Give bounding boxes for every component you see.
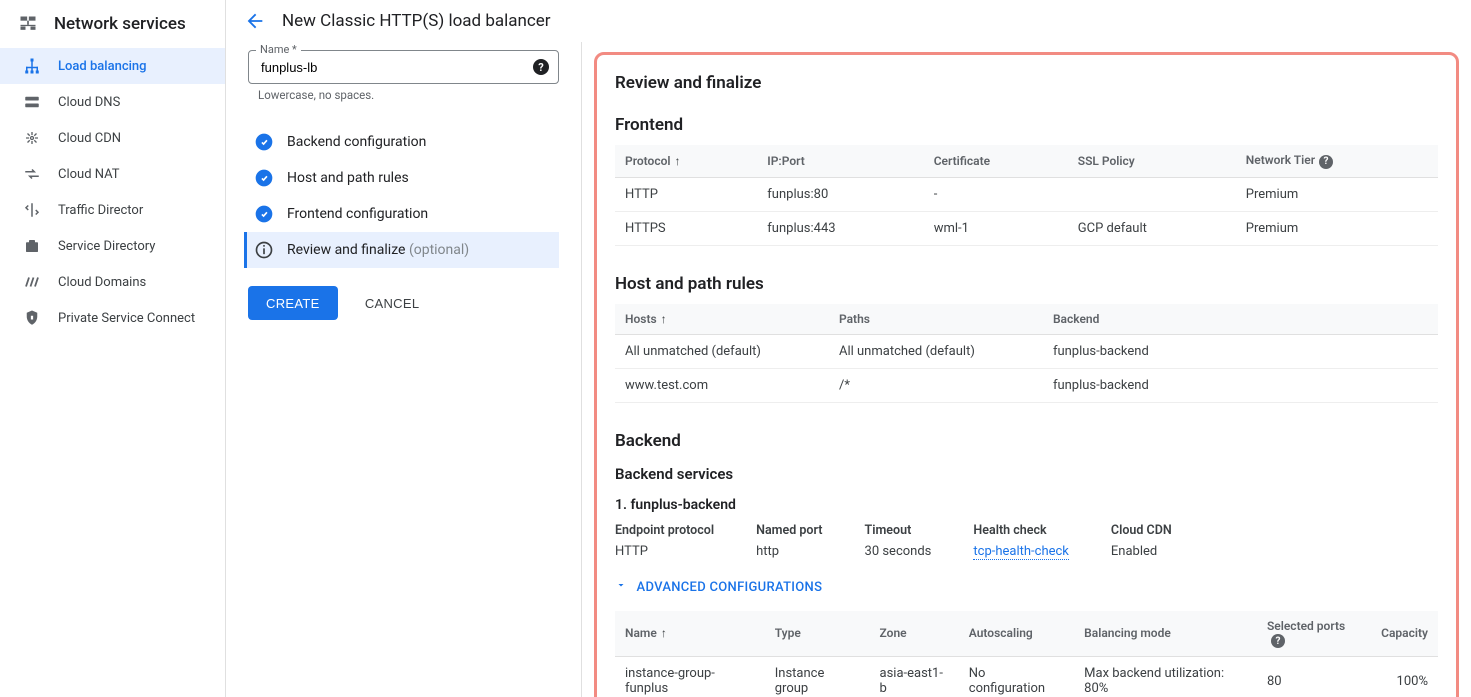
backend-services-heading: Backend services — [615, 465, 1438, 483]
step-label: Host and path rules — [287, 170, 409, 186]
col-network-tier[interactable]: Network Tier? — [1236, 145, 1438, 177]
col-capacity[interactable]: Capacity — [1371, 611, 1438, 657]
sidebar-header: Network services — [0, 4, 225, 48]
sidebar-item-private-service-connect[interactable]: Private Service Connect — [0, 300, 225, 336]
sidebar-item-cloud-domains[interactable]: Cloud Domains — [0, 264, 225, 300]
sidebar-item-load-balancing[interactable]: Load balancing — [0, 48, 225, 84]
meta-value: HTTP — [615, 544, 714, 559]
meta-label: Timeout — [865, 523, 932, 538]
page-header: New Classic HTTP(S) load balancer — [226, 0, 1471, 42]
col-autoscaling[interactable]: Autoscaling — [959, 611, 1074, 657]
sidebar-item-cloud-dns[interactable]: Cloud DNS — [0, 84, 225, 120]
col-balancing-mode[interactable]: Balancing mode — [1074, 611, 1257, 657]
sidebar-item-service-directory[interactable]: Service Directory — [0, 228, 225, 264]
sidebar-item-label: Cloud Domains — [58, 275, 146, 290]
sidebar-item-label: Service Directory — [58, 239, 155, 254]
step-label: Frontend configuration — [287, 206, 428, 222]
create-button[interactable]: CREATE — [248, 286, 338, 320]
traffic-director-icon — [22, 200, 42, 220]
sidebar: Network services Load balancing Cloud DN… — [0, 0, 226, 697]
back-arrow-icon[interactable] — [244, 10, 266, 32]
table-row: instance-group-funplus Instance group as… — [615, 657, 1438, 697]
sidebar-item-label: Cloud DNS — [58, 95, 120, 110]
col-hosts[interactable]: Hosts↑ — [615, 304, 829, 335]
cloud-nat-icon — [22, 164, 42, 184]
sidebar-title: Network services — [54, 14, 186, 34]
sort-up-icon: ↑ — [674, 154, 680, 168]
col-certificate[interactable]: Certificate — [924, 145, 1068, 177]
name-label: Name * — [256, 43, 301, 56]
table-row: All unmatched (default) All unmatched (d… — [615, 334, 1438, 368]
cloud-dns-icon — [22, 92, 42, 112]
review-panel: Review and finalize Frontend Protocol↑ I… — [582, 42, 1471, 697]
help-icon[interactable]: ? — [1319, 155, 1333, 169]
sidebar-item-label: Cloud CDN — [58, 131, 121, 146]
sidebar-item-cloud-cdn[interactable]: Cloud CDN — [0, 120, 225, 156]
frontend-table: Protocol↑ IP:Port Certificate SSL Policy… — [615, 145, 1438, 246]
instance-group-table: Name↑ Type Zone Autoscaling Balancing mo… — [615, 611, 1438, 697]
col-name[interactable]: Name↑ — [615, 611, 765, 657]
check-circle-icon — [253, 131, 275, 153]
help-icon[interactable]: ? — [533, 59, 549, 75]
table-row: www.test.com /* funplus-backend — [615, 368, 1438, 402]
review-heading: Review and finalize — [615, 73, 1438, 93]
name-input-wrap: Name * ? — [248, 50, 559, 84]
step-label: Review and finalize (optional) — [287, 242, 469, 258]
frontend-heading: Frontend — [615, 115, 1438, 135]
meta-label: Health check — [973, 523, 1069, 538]
backend-service-title: 1. funplus-backend — [615, 497, 1438, 513]
sidebar-item-cloud-nat[interactable]: Cloud NAT — [0, 156, 225, 192]
col-zone[interactable]: Zone — [870, 611, 959, 657]
backend-meta: Endpoint protocol HTTP Named port http T… — [615, 523, 1438, 559]
check-circle-icon — [253, 167, 275, 189]
col-ssl-policy[interactable]: SSL Policy — [1068, 145, 1236, 177]
hostpath-heading: Host and path rules — [615, 274, 1438, 294]
health-check-link[interactable]: tcp-health-check — [973, 544, 1069, 560]
private-service-connect-icon — [22, 308, 42, 328]
meta-label: Endpoint protocol — [615, 523, 714, 538]
sidebar-item-label: Private Service Connect — [58, 311, 195, 326]
meta-label: Cloud CDN — [1111, 523, 1172, 538]
table-row: HTTPS funplus:443 wml-1 GCP default Prem… — [615, 211, 1438, 245]
sidebar-item-label: Cloud NAT — [58, 167, 120, 182]
meta-value: http — [756, 544, 822, 559]
table-row: HTTP funplus:80 - Premium — [615, 177, 1438, 211]
col-protocol[interactable]: Protocol↑ — [615, 145, 757, 177]
load-balancing-icon — [22, 56, 42, 76]
network-services-icon — [18, 14, 38, 34]
col-backend[interactable]: Backend — [1043, 304, 1438, 335]
sort-up-icon: ↑ — [661, 626, 667, 640]
step-label: Backend configuration — [287, 134, 426, 150]
page-title: New Classic HTTP(S) load balancer — [282, 11, 551, 31]
col-selected-ports[interactable]: Selected ports? — [1257, 611, 1371, 657]
cloud-cdn-icon — [22, 128, 42, 148]
config-panel: Name * ? Lowercase, no spaces. Backend c… — [226, 42, 582, 697]
hostpath-table: Hosts↑ Paths Backend All unmatched (defa… — [615, 304, 1438, 403]
meta-value: Enabled — [1111, 544, 1172, 559]
service-directory-icon — [22, 236, 42, 256]
name-helper-text: Lowercase, no spaces. — [258, 88, 559, 102]
advanced-configurations-toggle[interactable]: ADVANCED CONFIGURATIONS — [615, 579, 1438, 595]
help-icon[interactable]: ? — [1271, 634, 1285, 648]
step-frontend-configuration[interactable]: Frontend configuration — [244, 196, 559, 232]
meta-label: Named port — [756, 523, 822, 538]
chevron-down-icon — [615, 580, 631, 595]
cancel-button[interactable]: CANCEL — [359, 295, 426, 312]
cloud-domains-icon — [22, 272, 42, 292]
step-host-path-rules[interactable]: Host and path rules — [244, 160, 559, 196]
step-review-finalize[interactable]: Review and finalize (optional) — [244, 232, 559, 268]
sidebar-item-label: Traffic Director — [58, 203, 143, 218]
step-backend-configuration[interactable]: Backend configuration — [244, 124, 559, 160]
sidebar-item-traffic-director[interactable]: Traffic Director — [0, 192, 225, 228]
info-circle-icon — [253, 239, 275, 261]
col-type[interactable]: Type — [765, 611, 870, 657]
meta-value: 30 seconds — [865, 544, 932, 559]
col-paths[interactable]: Paths — [829, 304, 1043, 335]
sidebar-item-label: Load balancing — [58, 59, 147, 74]
backend-heading: Backend — [615, 431, 1438, 451]
col-ipport[interactable]: IP:Port — [757, 145, 923, 177]
review-box-highlighted: Review and finalize Frontend Protocol↑ I… — [594, 52, 1459, 697]
check-circle-icon — [253, 203, 275, 225]
sort-up-icon: ↑ — [661, 312, 667, 326]
